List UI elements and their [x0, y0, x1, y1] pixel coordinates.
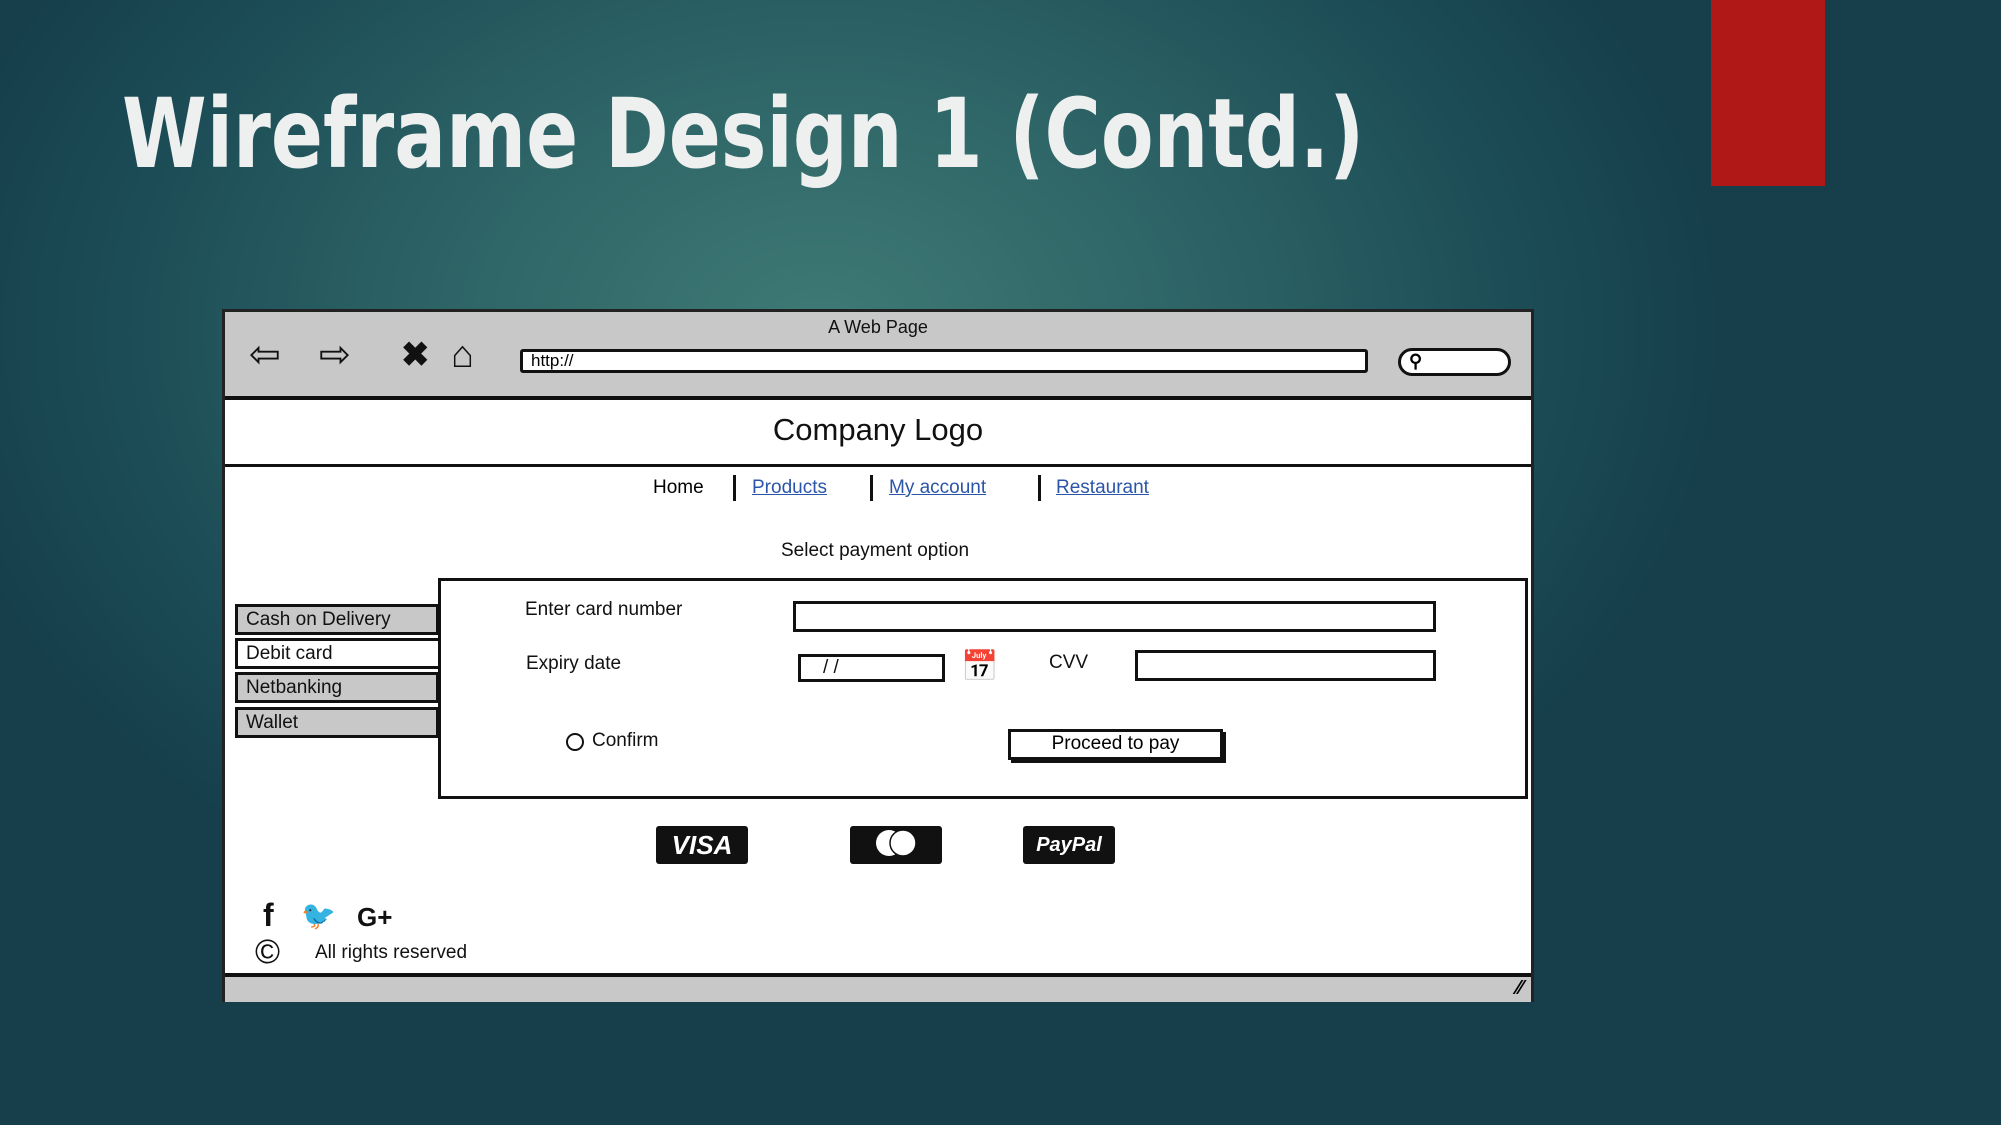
- paypal-logo-text: PayPal: [1036, 834, 1102, 856]
- tab-wallet[interactable]: Wallet: [235, 707, 439, 738]
- header-divider: [225, 464, 1531, 467]
- window-title: A Web Page: [828, 317, 928, 337]
- nav-products[interactable]: Products: [752, 477, 827, 499]
- visa-logo: VISA: [656, 826, 748, 864]
- twitter-icon[interactable]: 🐦: [301, 899, 336, 932]
- close-icon[interactable]: ✖: [401, 338, 430, 372]
- expiry-label: Expiry date: [526, 653, 622, 674]
- back-arrow-icon[interactable]: ⇦: [249, 336, 281, 374]
- wireframe-browser-window: A Web Page ⇦ ⇨ ✖ ⌂ http:// ⚲ Company Log…: [222, 309, 1534, 1002]
- tab-netbanking[interactable]: Netbanking: [235, 672, 439, 703]
- nav-home[interactable]: Home: [653, 477, 704, 499]
- nav-my-account[interactable]: My account: [889, 477, 986, 499]
- company-logo: Company Logo: [772, 412, 984, 447]
- paypal-logo: PayPal: [1023, 826, 1115, 864]
- slide-title: Wireframe Design 1 (Contd.): [122, 78, 1365, 190]
- select-payment-label: Select payment option: [781, 540, 970, 561]
- calendar-icon[interactable]: 📅: [961, 652, 998, 682]
- confirm-label: Confirm: [592, 730, 659, 751]
- proceed-to-pay-button[interactable]: Proceed to pay: [1008, 729, 1223, 760]
- nav-separator: [870, 475, 873, 501]
- browser-status-bar: ⁄⁄: [225, 973, 1531, 1002]
- mastercard-circles-icon: [876, 829, 917, 857]
- visa-logo-text: VISA: [671, 830, 733, 860]
- nav-separator: [1038, 475, 1041, 501]
- home-icon[interactable]: ⌂: [451, 336, 474, 374]
- copyright-text: All rights reserved: [315, 942, 468, 963]
- url-input[interactable]: http://: [520, 349, 1368, 373]
- search-icon[interactable]: ⚲: [1398, 348, 1511, 376]
- confirm-radio[interactable]: [566, 733, 584, 751]
- tab-debit-card[interactable]: Debit card: [235, 638, 439, 669]
- forward-arrow-icon[interactable]: ⇨: [319, 336, 351, 374]
- mastercard-logo: [850, 826, 942, 864]
- google-plus-icon[interactable]: G+: [357, 902, 392, 933]
- resize-handle-icon[interactable]: ⁄⁄: [1516, 977, 1523, 1000]
- card-number-input[interactable]: [793, 601, 1436, 632]
- tab-cash-on-delivery[interactable]: Cash on Delivery: [235, 604, 439, 635]
- nav-separator: [733, 475, 736, 501]
- browser-toolbar: A Web Page ⇦ ⇨ ✖ ⌂ http:// ⚲: [225, 312, 1531, 400]
- expiry-input[interactable]: / /: [798, 654, 945, 682]
- facebook-icon[interactable]: f: [263, 897, 274, 934]
- cvv-label: CVV: [1049, 652, 1089, 673]
- accent-bar: [1711, 0, 1825, 186]
- card-number-label: Enter card number: [525, 599, 683, 620]
- cvv-input[interactable]: [1135, 650, 1436, 681]
- copyright-icon: ©: [255, 933, 281, 971]
- nav-restaurant[interactable]: Restaurant: [1056, 477, 1149, 499]
